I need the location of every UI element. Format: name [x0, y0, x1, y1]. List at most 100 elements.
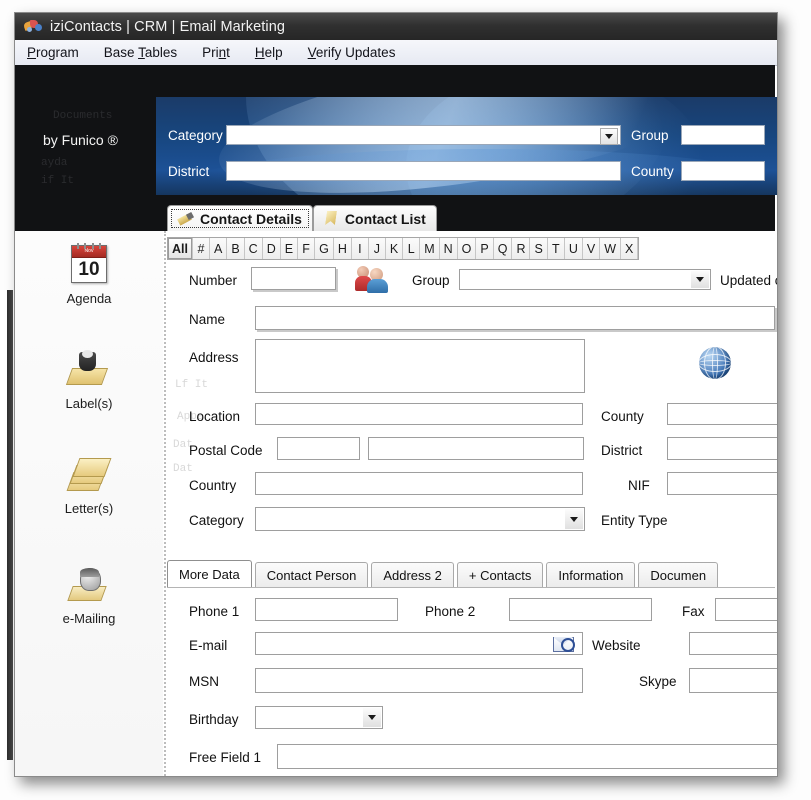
sidebar-item-label: Letter(s) — [64, 501, 114, 516]
alpha-filter-x[interactable]: X — [621, 238, 639, 259]
chevron-down-icon[interactable] — [363, 708, 381, 727]
category-combo[interactable] — [255, 507, 585, 531]
content-area: Nobody Knows Lf It Appe Dat Dat Begin ss… — [15, 205, 777, 776]
menu-item-print[interactable]: Print — [202, 45, 230, 60]
alpha-filter-q[interactable]: Q — [493, 238, 513, 259]
sidebar-item-label: e-Mailing — [62, 611, 116, 626]
nif-input[interactable] — [667, 472, 777, 495]
application-window: iziContacts | CRM | Email Marketing PPro… — [14, 12, 778, 777]
banner-group-label: Group — [631, 127, 669, 143]
sub-tab-contacts[interactable]: + Contacts — [456, 562, 544, 587]
letters-icon — [15, 453, 163, 495]
sub-tab-address-2[interactable]: Address 2 — [371, 562, 454, 587]
free-field1-input[interactable] — [277, 744, 777, 769]
phone1-label: Phone 1 — [189, 604, 240, 619]
panel-divider — [164, 231, 166, 776]
district-label: District — [601, 443, 643, 458]
bookmark-icon — [324, 211, 339, 226]
location-input[interactable] — [255, 403, 583, 425]
address-input[interactable] — [255, 339, 585, 393]
sub-tab-bar: More Data Contact Person Address 2 + Contac… — [167, 560, 721, 587]
banner-category-combo[interactable] — [226, 125, 621, 145]
address-label: Address — [189, 350, 239, 365]
alpha-filter-bar: All # A B C D E F G H I J K L M N O P Q R S T U V W X — [167, 237, 640, 260]
alpha-filter-k[interactable]: K — [385, 238, 404, 259]
sidebar-item-labels[interactable]: Label(s) — [15, 348, 163, 411]
alpha-filter-p[interactable]: P — [476, 238, 494, 259]
menu-item-help[interactable]: Help — [255, 45, 283, 60]
postal-code-input[interactable] — [277, 437, 360, 460]
globe-icon[interactable] — [699, 347, 731, 379]
alpha-filter-h[interactable]: H — [333, 238, 352, 259]
alpha-filter-d[interactable]: D — [262, 238, 281, 259]
phone1-input[interactable] — [255, 598, 398, 621]
number-label: Number — [189, 273, 238, 288]
email-search-icon[interactable] — [553, 634, 575, 652]
sub-tab-documen[interactable]: Documen — [638, 562, 719, 587]
tab-contact-list[interactable]: Contact List — [312, 205, 437, 231]
chevron-down-icon[interactable] — [565, 509, 583, 529]
postal-city-input[interactable] — [368, 437, 584, 460]
banner-county-input[interactable] — [681, 161, 765, 181]
brand-label: by Funico ® — [43, 132, 118, 148]
sub-tab-more-data[interactable]: More Data — [167, 560, 252, 587]
skype-input[interactable] — [689, 668, 777, 693]
alpha-filter-j[interactable]: J — [368, 238, 386, 259]
menu-item-verify-updates[interactable]: Verify Updates — [308, 45, 396, 60]
chevron-down-icon[interactable] — [600, 128, 618, 145]
alpha-filter-g[interactable]: G — [315, 238, 334, 259]
alpha-filter-r[interactable]: R — [512, 238, 531, 259]
alpha-filter-n[interactable]: N — [439, 238, 458, 259]
sidebar-item-letters[interactable]: Letter(s) — [15, 453, 163, 516]
label-printer-icon — [15, 348, 163, 390]
sidebar-item-label: Label(s) — [65, 396, 113, 411]
alpha-filter-o[interactable]: O — [457, 238, 477, 259]
district-input[interactable] — [667, 437, 777, 460]
alpha-filter-e[interactable]: E — [280, 238, 299, 259]
postal-code-label: Postal Code — [189, 443, 263, 458]
website-input[interactable] — [689, 632, 777, 655]
sidebar-item-agenda[interactable]: Nov 10 Agenda — [15, 243, 163, 306]
alpha-filter-f[interactable]: F — [298, 238, 316, 259]
butterfly-logo-icon — [22, 18, 43, 35]
alpha-filter-all[interactable]: All — [168, 238, 193, 259]
birthday-combo[interactable] — [255, 706, 383, 729]
county-input[interactable] — [667, 403, 777, 425]
alpha-filter-a[interactable]: A — [209, 238, 228, 259]
skype-label: Skype — [639, 674, 677, 689]
email-input[interactable] — [255, 632, 583, 655]
number-input[interactable] — [251, 267, 336, 290]
group-label: Group — [412, 273, 450, 288]
msn-input[interactable] — [255, 668, 583, 693]
alpha-filter-w[interactable]: W — [600, 238, 622, 259]
country-label: Country — [189, 478, 237, 493]
alpha-filter-i[interactable]: I — [351, 238, 369, 259]
sidebar-item-emailing[interactable]: e-Mailing — [15, 563, 163, 626]
window-title: iziContacts | CRM | Email Marketing — [50, 18, 286, 35]
filter-banner: Category Group District County — [156, 97, 777, 195]
alpha-filter-u[interactable]: U — [564, 238, 583, 259]
msn-label: MSN — [189, 674, 219, 689]
name-input[interactable] — [255, 306, 775, 330]
group-combo[interactable] — [459, 269, 711, 290]
alpha-filter-c[interactable]: C — [244, 238, 263, 259]
chevron-down-icon[interactable] — [691, 271, 709, 288]
banner-group-input[interactable] — [681, 125, 765, 145]
menu-item-base-tables[interactable]: Base Tables — [104, 45, 177, 60]
sub-tab-contact-person[interactable]: Contact Person — [254, 562, 369, 587]
left-scrollbar[interactable] — [7, 290, 13, 760]
alpha-filter-hash[interactable]: # — [192, 238, 210, 259]
alpha-filter-m[interactable]: M — [420, 238, 440, 259]
fax-input[interactable] — [715, 598, 777, 621]
alpha-filter-v[interactable]: V — [582, 238, 601, 259]
sub-tab-information[interactable]: Information — [546, 562, 636, 587]
tab-contact-details[interactable]: Contact Details — [167, 205, 313, 231]
alpha-filter-l[interactable]: L — [403, 238, 421, 259]
alpha-filter-b[interactable]: B — [227, 238, 245, 259]
alpha-filter-s[interactable]: S — [530, 238, 548, 259]
alpha-filter-t[interactable]: T — [547, 238, 565, 259]
menu-item-program[interactable]: PProgramrogram — [27, 45, 79, 60]
phone2-input[interactable] — [509, 598, 652, 621]
country-input[interactable] — [255, 472, 583, 495]
banner-district-input[interactable] — [226, 161, 621, 181]
